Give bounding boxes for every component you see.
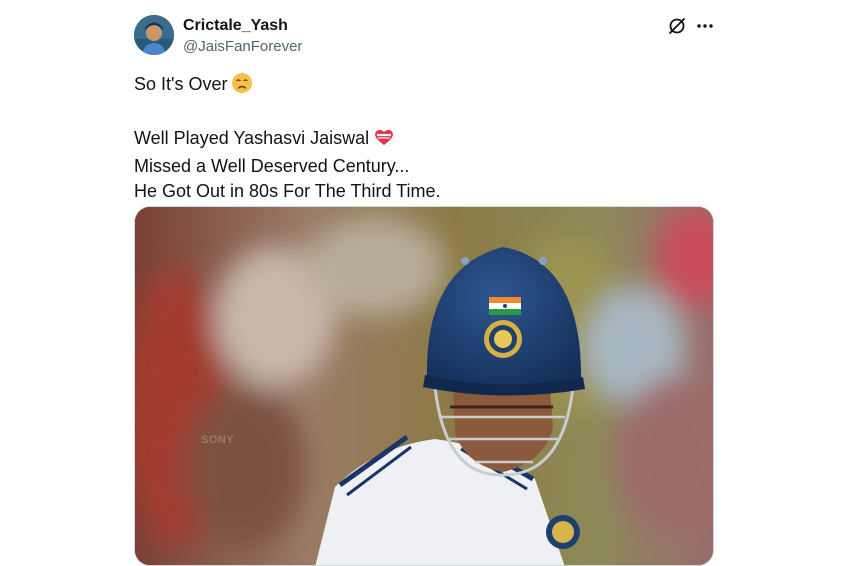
tweet-line-1: So It's Over	[134, 72, 714, 101]
batsman-photo	[135, 207, 713, 565]
author-display-name[interactable]: Crictale_Yash	[183, 16, 288, 36]
tweet-text: So It's Over Well Played Yashasvi Jaiswa…	[134, 72, 714, 203]
disappointed-face-emoji	[231, 72, 253, 101]
grok-icon[interactable]	[667, 16, 687, 36]
tweet-line-4: He Got Out in 80s For The Third Time.	[134, 180, 441, 201]
tweet-media[interactable]: SONY	[134, 206, 714, 566]
tweet-line-2: Well Played Yashasvi Jaiswal	[134, 126, 714, 155]
media-watermark: SONY	[201, 434, 235, 446]
avatar[interactable]	[134, 15, 174, 55]
more-options-icon[interactable]	[695, 16, 715, 36]
author-handle[interactable]: @JaisFanForever	[183, 37, 302, 56]
tweet-line-3: Missed a Well Deserved Century...	[134, 156, 410, 176]
mending-heart-emoji	[373, 126, 395, 155]
avatar-image	[134, 15, 174, 55]
